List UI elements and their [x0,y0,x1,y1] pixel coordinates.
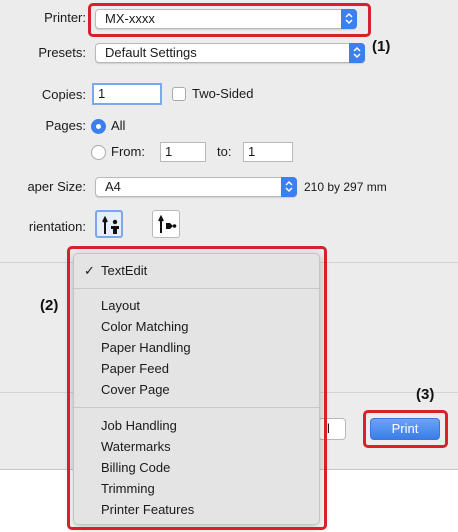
pages-label: Pages: [45,118,86,133]
highlight-menu [67,246,327,530]
presets-label: Presets: [38,45,86,60]
portrait-icon [102,215,119,234]
two-sided-label: Two-Sided [192,86,254,101]
landscape-orientation-button[interactable] [152,210,180,238]
copies-input[interactable]: 1 [92,83,162,105]
portrait-orientation-button[interactable] [95,210,123,238]
cancel-button-label: l [327,421,330,436]
paper-size-label: aper Size: [27,179,86,194]
two-sided-checkbox[interactable] [172,87,186,101]
paper-size-value: A4 [105,179,121,194]
chevron-updown-icon [281,177,297,197]
paper-size-select[interactable]: A4 [95,177,297,197]
pages-all-label: All [111,118,126,133]
pages-to-input[interactable]: 1 [243,142,293,162]
orientation-label: rientation: [28,219,86,234]
callout-1: (1) [372,38,391,55]
presets-select[interactable]: Default Settings [95,43,365,63]
highlight-printer [88,3,371,37]
copies-label: Copies: [41,87,86,102]
pages-from-radio[interactable] [91,145,106,160]
highlight-print [363,410,448,448]
printer-label: Printer: [44,10,86,25]
paper-dimensions: 210 by 297 mm [304,180,387,194]
pages-all-radio[interactable] [91,119,106,134]
chevron-updown-icon [349,43,365,63]
presets-value: Default Settings [105,45,197,60]
callout-3: (3) [416,386,435,403]
pages-from-input[interactable]: 1 [160,142,206,162]
callout-2: (2) [40,297,59,314]
landscape-icon [158,214,177,233]
pages-from-label: From: [111,144,145,159]
pages-to-label: to: [217,144,232,159]
